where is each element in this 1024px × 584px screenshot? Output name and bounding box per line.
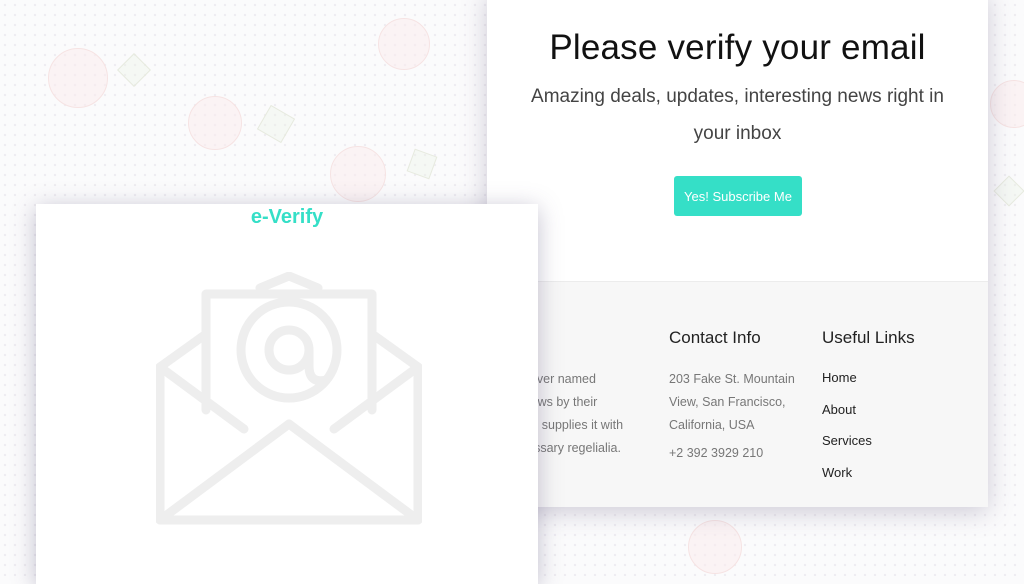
subscribe-button[interactable]: Yes! Subscribe Me	[674, 176, 802, 216]
contact-heading: Contact Info	[669, 328, 761, 347]
bg-bubble	[688, 520, 742, 574]
email-template-card: Please verify your email Amazing deals, …	[487, 0, 988, 507]
email-footer: out nall river named en flows by their e…	[487, 281, 988, 507]
contact-phone: +2 392 3929 210	[669, 446, 764, 460]
useful-links-list: Home About Services Work	[822, 370, 872, 496]
links-heading: Useful Links	[822, 328, 915, 347]
link-about[interactable]: About	[822, 402, 872, 434]
bg-bubble	[48, 48, 108, 108]
open-envelope-at-icon	[156, 272, 422, 525]
bg-bubble	[188, 96, 242, 150]
link-work[interactable]: Work	[822, 465, 872, 497]
contact-address: 203 Fake St. Mountain View, San Francisc…	[669, 372, 795, 432]
bg-bubble	[330, 146, 386, 202]
brand-logo: e-Verify	[250, 206, 324, 228]
hero-subtitle: Amazing deals, updates, interesting news…	[531, 86, 944, 144]
bg-bubble	[378, 18, 430, 70]
link-home[interactable]: Home	[822, 370, 872, 402]
e-verify-card: e-Verify	[36, 204, 538, 584]
hero-title: Please verify your email	[549, 28, 926, 67]
link-services[interactable]: Services	[822, 433, 872, 465]
